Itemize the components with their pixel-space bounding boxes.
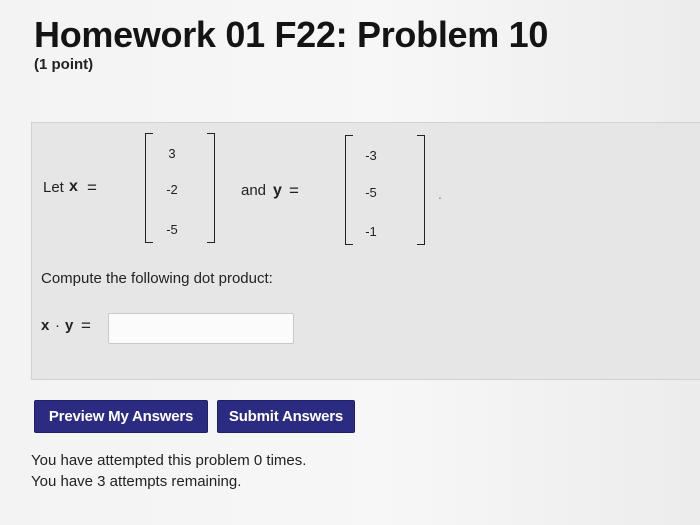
x-variable: x: [69, 178, 78, 195]
vector-y-right-bracket: [417, 135, 425, 245]
attempts-made-text: You have attempted this problem 0 times.: [31, 452, 307, 469]
sentence-period: .: [438, 186, 442, 202]
page-title: Homework 01 F22: Problem 10: [34, 14, 549, 55]
attempts-remaining-text: You have 3 attempts remaining.: [31, 473, 242, 490]
instruction-text: Compute the following dot product:: [41, 270, 273, 287]
equals-sign-dot: =: [81, 316, 91, 335]
vector-y-entry: -5: [365, 185, 377, 200]
points-label: (1 point): [34, 56, 94, 73]
vector-x-entry: -5: [166, 222, 178, 237]
vector-x-right-bracket: [207, 133, 215, 243]
vector-y-entry: -1: [365, 224, 377, 239]
dot-operator: ·: [55, 317, 60, 334]
equals-sign-x: =: [87, 178, 97, 197]
and-label: and: [241, 182, 267, 199]
vector-y-entry: -3: [365, 148, 377, 163]
submit-answers-button[interactable]: Submit Answers: [217, 400, 355, 433]
preview-answers-button[interactable]: Preview My Answers: [34, 400, 208, 433]
y-variable: y: [273, 182, 282, 199]
equals-sign-y: =: [289, 181, 299, 200]
dot-product-answer-input[interactable]: [108, 313, 294, 344]
dot-x-variable: x: [41, 317, 50, 334]
vector-x-entry: 3: [168, 146, 176, 161]
vector-x-entry: -2: [166, 182, 178, 197]
dot-y-variable: y: [65, 317, 74, 334]
let-label: Let: [43, 179, 64, 196]
